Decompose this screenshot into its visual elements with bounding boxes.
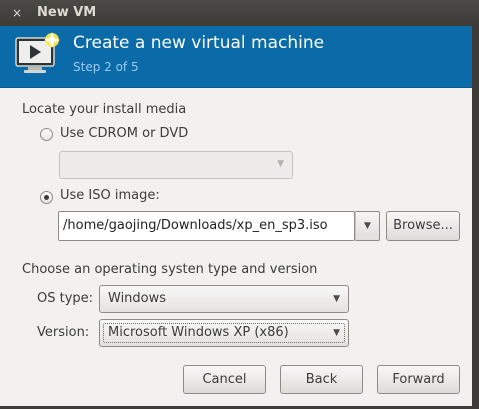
chevron-down-icon: ▼ — [277, 159, 284, 169]
forward-button[interactable]: Forward — [377, 365, 460, 394]
iso-radio-label[interactable]: Use ISO image: — [60, 188, 160, 203]
os-type-label: OS type: — [37, 291, 94, 306]
window-title: New VM — [37, 5, 97, 20]
chevron-down-icon: ▼ — [333, 294, 340, 304]
wizard-title: Create a new virtual machine — [73, 33, 325, 53]
iso-path-input[interactable]: /home/gaojing/Downloads/xp_en_sp3.iso — [58, 211, 355, 241]
version-value: Microsoft Windows XP (x86) — [108, 325, 289, 340]
iso-radio[interactable] — [40, 191, 53, 204]
chevron-down-icon: ▼ — [364, 221, 371, 231]
back-button[interactable]: Back — [280, 365, 363, 394]
cdrom-radio-label[interactable]: Use CDROM or DVD — [60, 126, 188, 141]
os-section-heading: Choose an operating systen type and vers… — [22, 262, 318, 277]
cancel-button[interactable]: Cancel — [183, 365, 266, 394]
chevron-down-icon: ▼ — [333, 328, 340, 338]
install-media-heading: Locate your install media — [22, 102, 187, 117]
version-label: Version: — [37, 325, 90, 340]
cdrom-radio[interactable] — [40, 128, 53, 141]
cdrom-device-combo: ▼ — [59, 151, 293, 179]
browse-button[interactable]: Browse... — [386, 211, 460, 241]
window-border-right — [472, 26, 479, 409]
close-icon[interactable]: × — [9, 5, 25, 21]
os-type-value: Windows — [108, 291, 167, 306]
iso-history-dropdown[interactable]: ▼ — [355, 211, 380, 241]
virtual-machine-monitor-icon — [15, 32, 60, 73]
wizard-header: Create a new virtual machine Step 2 of 5 — [0, 26, 479, 88]
wizard-step: Step 2 of 5 — [73, 60, 139, 74]
version-select[interactable]: Microsoft Windows XP (x86) ▼ — [99, 319, 349, 347]
os-type-select[interactable]: Windows ▼ — [99, 285, 349, 313]
window-titlebar: × New VM — [0, 0, 479, 26]
